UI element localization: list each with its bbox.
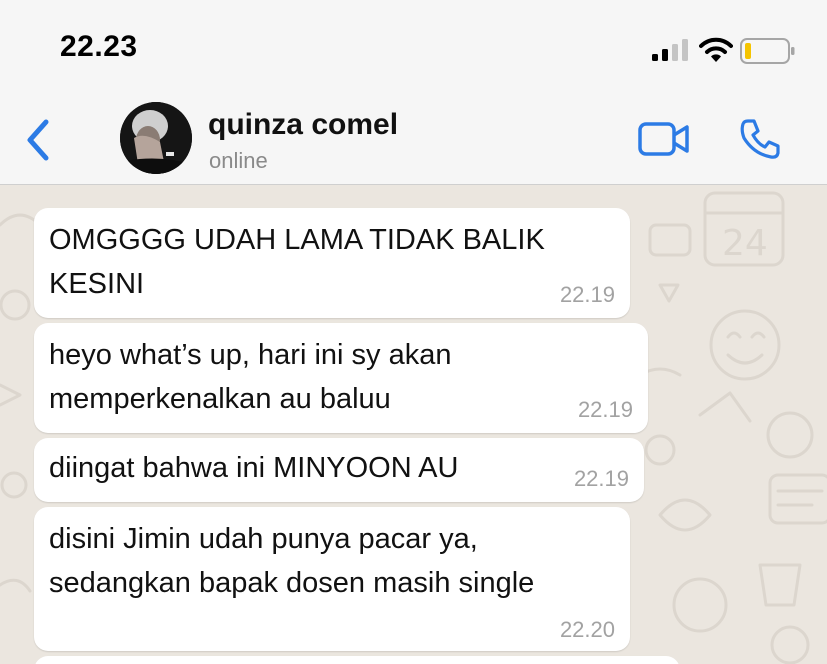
- message-bubble[interactable]: diingat bahwa ini MINYOON AU 22.19: [34, 438, 644, 502]
- message-line: sedangkan bapak dosen masih single: [49, 567, 535, 599]
- contact-avatar[interactable]: [120, 102, 192, 174]
- message-text: diingat bahwa ini MINYOON AU: [49, 446, 458, 490]
- message-line: memperkenalkan au baluu: [49, 383, 391, 415]
- cellular-signal-icon: [652, 39, 688, 61]
- message-text: OMGGGG UDAH LAMA TIDAK BALIK KESINI: [49, 218, 545, 306]
- chat-area[interactable]: 24 OMGGGG UDAH LAMA TIDAK BALIK KESINI 2…: [0, 185, 827, 664]
- chevron-left-icon[interactable]: [22, 117, 56, 163]
- message-timestamp: 22.20: [559, 617, 615, 642]
- wifi-icon: [699, 37, 733, 62]
- message-bubble[interactable]: OMGGGG UDAH LAMA TIDAK BALIK KESINI 22.1…: [34, 208, 630, 318]
- message-line: OMGGGG UDAH LAMA TIDAK BALIK: [49, 224, 545, 256]
- status-time: 22.23: [60, 30, 138, 63]
- avatar-photo: [120, 102, 192, 174]
- message-line: heyo what’s up, hari ini sy akan: [49, 339, 452, 371]
- message-timestamp: 22.19: [577, 397, 633, 422]
- message-timestamp: 22.19: [573, 466, 629, 491]
- status-bar: 22.23: [0, 0, 827, 96]
- contact-name[interactable]: quinza comel: [208, 108, 398, 142]
- svg-text:24: 24: [722, 223, 768, 264]
- message-bubble[interactable]: disini Jimin udah punya pacar ya, sedang…: [34, 507, 630, 651]
- message-timestamp: 22.19: [559, 282, 615, 307]
- message-bubble[interactable]: heyo what’s up, hari ini sy akan memperk…: [34, 323, 648, 433]
- message-line: diingat bahwa ini MINYOON AU: [49, 452, 459, 484]
- message-text: heyo what’s up, hari ini sy akan memperk…: [49, 333, 451, 421]
- battery-low-icon: [740, 38, 795, 64]
- message-bubble-partial[interactable]: [34, 656, 680, 664]
- chat-header: quinza comel online: [0, 96, 827, 185]
- message-line: disini Jimin udah punya pacar ya,: [49, 523, 478, 555]
- phone-icon[interactable]: [739, 118, 781, 160]
- video-camera-icon[interactable]: [638, 122, 690, 156]
- message-line: KESINI: [49, 268, 145, 300]
- contact-status: online: [209, 148, 268, 173]
- message-text: disini Jimin udah punya pacar ya, sedang…: [49, 517, 534, 605]
